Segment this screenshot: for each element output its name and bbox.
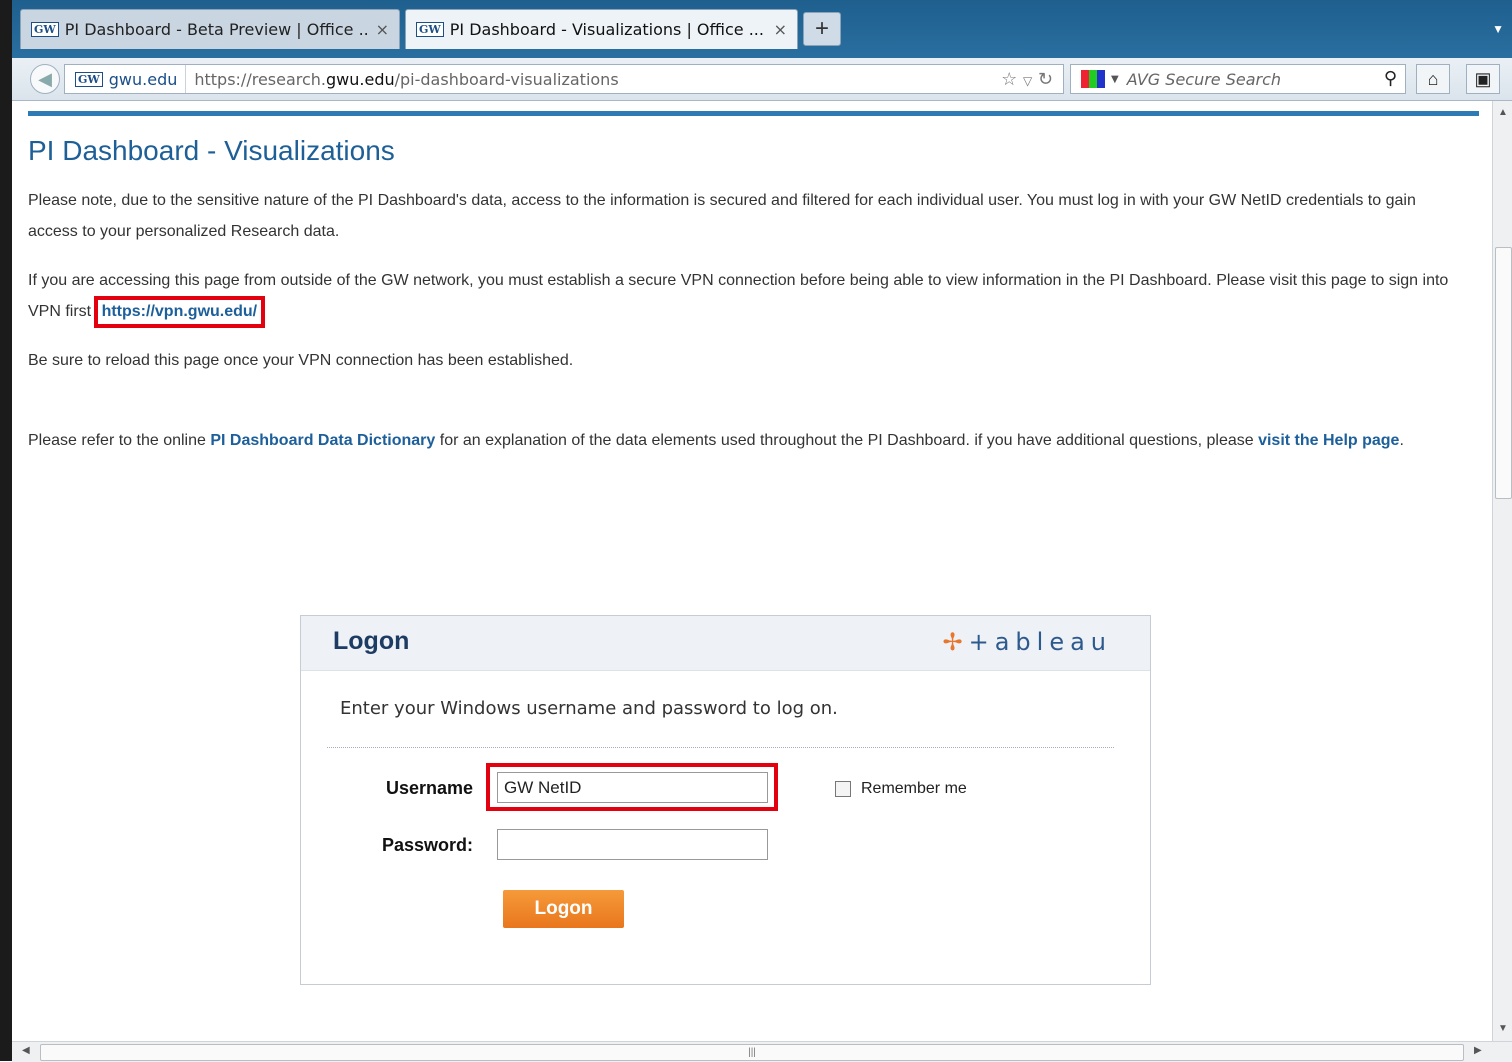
- vertical-scroll-thumb[interactable]: [1495, 247, 1512, 499]
- gw-favicon-icon: GW: [75, 71, 103, 87]
- close-icon[interactable]: ×: [774, 20, 787, 39]
- logon-button[interactable]: Logon: [503, 890, 624, 928]
- home-button[interactable]: ⌂: [1416, 64, 1450, 94]
- scroll-right-icon[interactable]: ▶: [1474, 1045, 1482, 1056]
- search-bar[interactable]: ▼ AVG Secure Search ⚲: [1070, 64, 1406, 94]
- dropdown-icon[interactable]: ▽: [1023, 74, 1032, 88]
- tableau-cross-icon: ✢: [942, 628, 963, 656]
- logon-panel: Logon ✢ +ableau Enter your Windows userna…: [300, 615, 1151, 985]
- remember-me-checkbox[interactable]: [835, 781, 851, 797]
- search-engine-dropdown-icon[interactable]: ▼: [1111, 74, 1119, 85]
- help-paragraph: Please refer to the online PI Dashboard …: [28, 432, 1404, 449]
- password-input[interactable]: [497, 829, 768, 860]
- gw-favicon-icon: GW: [416, 22, 444, 37]
- bookmark-star-icon[interactable]: ☆: [1001, 69, 1017, 90]
- help-page-link[interactable]: visit the Help page: [1258, 432, 1399, 449]
- vpn-link[interactable]: https://vpn.gwu.edu/: [93, 296, 266, 328]
- scroll-left-icon[interactable]: ◀: [22, 1045, 30, 1056]
- remember-me-label: Remember me: [861, 780, 967, 797]
- search-placeholder: AVG Secure Search: [1126, 69, 1282, 89]
- logon-title: Logon: [333, 627, 410, 655]
- navigation-bar: ◀ GW gwu.edu https://research.gwu.edu/pi…: [12, 58, 1512, 101]
- username-input[interactable]: [497, 772, 768, 803]
- site-identity[interactable]: GW gwu.edu: [65, 65, 187, 93]
- home-icon: ⌂: [1427, 68, 1439, 89]
- tab-title: PI Dashboard - Visualizations | Office .…: [449, 20, 764, 39]
- vertical-scrollbar[interactable]: ▲ ▼: [1492, 101, 1512, 1041]
- avg-logo-icon[interactable]: [1081, 70, 1105, 88]
- gw-favicon-icon: GW: [31, 22, 59, 37]
- bookmarks-menu-button[interactable]: ▣: [1466, 64, 1500, 94]
- reload-icon[interactable]: ↻: [1038, 69, 1053, 90]
- window-frame: [0, 0, 12, 1061]
- header-rule: [28, 111, 1479, 116]
- divider: [327, 747, 1114, 748]
- back-arrow-icon: ◀: [38, 68, 52, 89]
- password-label: Password:: [381, 835, 473, 855]
- tableau-logo: ✢ +ableau: [942, 628, 1112, 656]
- reload-paragraph: Be sure to reload this page once your VP…: [28, 352, 574, 369]
- intro-paragraph: Please note, due to the sensitive nature…: [28, 192, 1416, 240]
- site-domain: gwu.edu: [108, 69, 178, 89]
- horizontal-scrollbar[interactable]: ◀ ||| ▶: [12, 1041, 1512, 1062]
- page-title: PI Dashboard - Visualizations: [28, 135, 395, 166]
- page-content: PI Dashboard - Visualizations Please not…: [12, 101, 1492, 1041]
- tab-list-chevron-icon[interactable]: ▼: [1492, 22, 1504, 36]
- url-text: https://research.gwu.edu/pi-dashboard-vi…: [194, 69, 619, 89]
- scroll-up-icon[interactable]: ▲: [1498, 107, 1508, 118]
- new-tab-button[interactable]: +: [803, 12, 841, 46]
- search-icon[interactable]: ⚲: [1384, 68, 1397, 89]
- tab-visualizations[interactable]: GW PI Dashboard - Visualizations | Offic…: [405, 9, 798, 49]
- back-button[interactable]: ◀: [30, 64, 60, 94]
- vpn-paragraph: If you are accessing this page from outs…: [28, 265, 1468, 328]
- close-icon[interactable]: ×: [376, 20, 389, 39]
- logon-instruction: Enter your Windows username and password…: [340, 698, 838, 719]
- username-label: Username: [385, 778, 473, 798]
- horizontal-scroll-thumb[interactable]: |||: [40, 1044, 1464, 1061]
- url-actions: ☆ ▽ ↻: [1001, 69, 1053, 90]
- data-dictionary-link[interactable]: PI Dashboard Data Dictionary: [210, 432, 435, 449]
- scroll-down-icon[interactable]: ▼: [1498, 1023, 1508, 1034]
- address-bar[interactable]: GW gwu.edu https://research.gwu.edu/pi-d…: [64, 64, 1064, 94]
- tab-title: PI Dashboard - Beta Preview | Office ...: [64, 20, 368, 39]
- tab-beta-preview[interactable]: GW PI Dashboard - Beta Preview | Office …: [20, 9, 400, 49]
- logon-header: Logon ✢ +ableau: [301, 616, 1150, 671]
- tab-bar: GW PI Dashboard - Beta Preview | Office …: [12, 0, 1512, 58]
- bookmarks-icon: ▣: [1474, 68, 1492, 89]
- remember-me-option[interactable]: Remember me: [835, 780, 967, 798]
